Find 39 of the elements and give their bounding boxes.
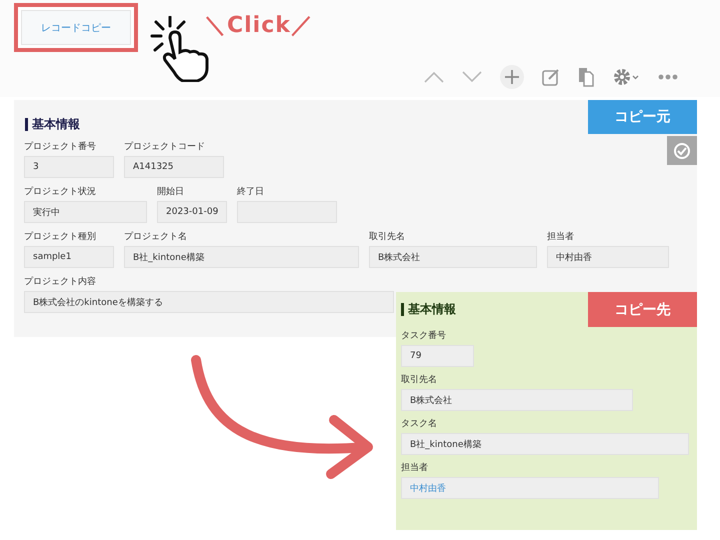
field-label: プロジェクト状況 [24,186,97,198]
field-value: B株式会社のkintoneを構築する [24,291,394,313]
field-label: プロジェクト番号 [24,141,97,153]
down-chevron-icon[interactable] [462,70,482,82]
field-label: プロジェクト内容 [24,276,97,288]
copy-document-icon[interactable] [578,66,594,86]
field-label: 取引先名 [369,231,406,243]
add-icon[interactable] [500,64,524,88]
settings-icon[interactable] [612,66,640,86]
field-label: 終了日 [237,186,265,198]
field-value: 2023-01-09 [157,201,227,223]
field-value: A141325 [124,156,224,178]
field-value: 3 [24,156,114,178]
field-label: 担当者 [401,462,429,474]
field-label: プロジェクトコード [124,141,206,153]
record-copy-button[interactable]: レコードコピー [21,10,131,45]
user-link[interactable]: 中村由香 [401,477,659,499]
copy-destination-tag: コピー先 [588,292,697,327]
field-value: B社_kintone構築 [401,433,689,455]
field-label: プロジェクト名 [124,231,188,243]
refresh-button[interactable] [667,136,697,165]
field-value: 中村由香 [547,246,669,268]
field-value: 実行中 [24,201,147,223]
field-value: sample1 [24,246,114,268]
field-label: 取引先名 [401,374,438,386]
field-value: B社_kintone構築 [124,246,359,268]
field-label: タスク番号 [401,330,447,342]
field-value: B株式会社 [369,246,537,268]
click-annotation: ＼Click／ [204,12,314,40]
more-icon[interactable] [658,74,678,80]
field-value: B株式会社 [401,389,633,411]
edit-icon[interactable] [542,68,560,86]
field-value: 79 [401,345,474,367]
field-label: プロジェクト種別 [24,231,97,243]
up-chevron-icon[interactable] [424,70,444,82]
check-circle-icon [673,142,691,160]
field-label: 担当者 [547,231,575,243]
field-label: 開始日 [157,186,185,198]
field-label: タスク名 [401,418,438,430]
